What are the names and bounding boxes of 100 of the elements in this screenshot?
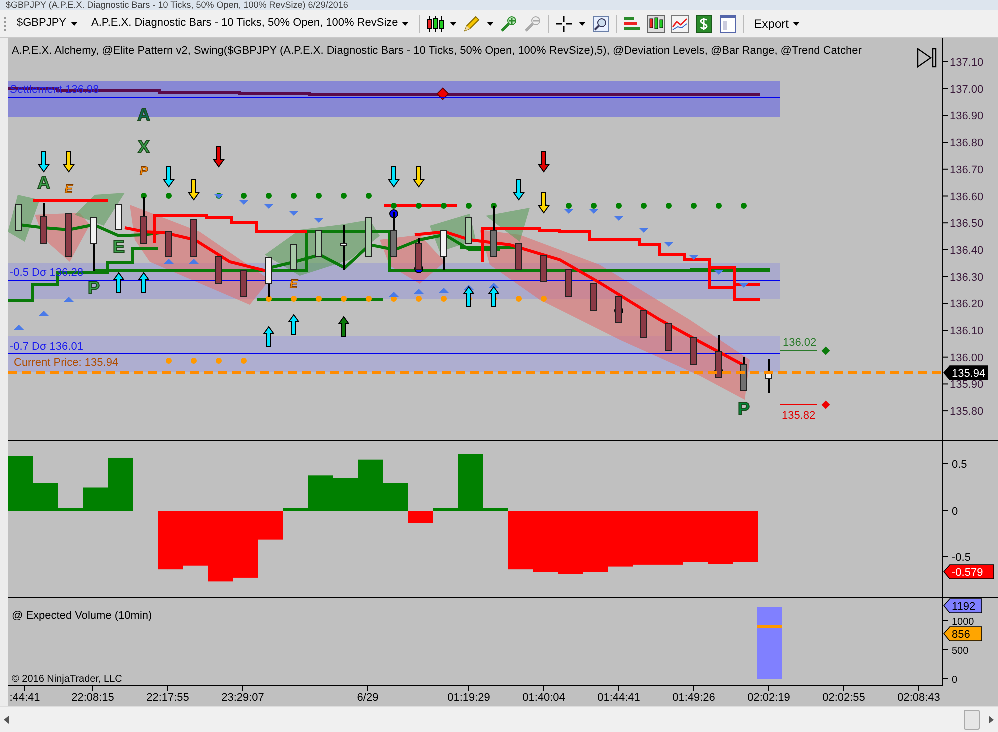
pattern-letter: E <box>290 277 298 291</box>
down-arrow-marker <box>538 152 550 173</box>
up-arrow-marker <box>463 286 475 308</box>
volume-axis-label: 0 <box>952 675 958 686</box>
caret-icon[interactable] <box>487 22 494 26</box>
price-axis-label: 135.90 <box>950 379 984 392</box>
candlestick <box>640 310 648 338</box>
pattern-letter: A <box>38 173 50 193</box>
price-axis-label: 136.50 <box>950 218 984 230</box>
price-axis-label: 136.70 <box>950 164 984 176</box>
properties-icon[interactable] <box>719 14 738 32</box>
up-arrow-marker <box>263 326 275 348</box>
down-arrow-marker <box>513 180 525 201</box>
volume-value-marker: 1192 <box>943 598 982 614</box>
scroll-to-end-icon[interactable] <box>917 48 937 68</box>
candlestick <box>666 324 672 352</box>
volume-bar <box>757 607 782 679</box>
expected-volume-line <box>757 626 782 628</box>
range-low-label: 135.82 <box>782 410 816 422</box>
candlestick <box>490 206 498 258</box>
trend-band <box>75 193 125 226</box>
candlestick <box>616 296 622 324</box>
search-icon[interactable] <box>592 14 610 32</box>
export-dropdown[interactable]: Export <box>750 12 804 34</box>
bar-type-dropdown[interactable]: A.P.E.X. Diagnostic Bars - 10 Ticks, 50% Open, 100% RevSize <box>88 12 414 34</box>
pattern-letter: X <box>138 137 150 157</box>
time-axis-label: 02:02:19 <box>748 692 790 704</box>
scroll-right-icon[interactable] <box>988 716 994 724</box>
caret-icon <box>792 22 800 26</box>
caret-icon <box>402 22 410 26</box>
grip-icon <box>4 16 7 32</box>
candlestick <box>290 244 298 270</box>
candlestick <box>540 256 548 282</box>
candlestick <box>66 214 72 258</box>
indicator-list-label: A.P.E.X. Alchemy, @Elite Pattern v2, Swing($GBPJPY (A.P.E.X. Diagnostic Bars - 10 Ticks, 50% Open, 100% RevSize),5), @Deviation Levels, @Bar Range, @Trend Catcher <box>12 45 862 57</box>
trend-band <box>486 208 530 242</box>
candlestick <box>40 203 48 244</box>
candlestick <box>766 359 772 393</box>
caret-icon <box>70 22 78 26</box>
range-high-label: 136.02 <box>783 337 817 349</box>
price-axis-label: 136.10 <box>950 326 984 338</box>
oscillator-value-marker: -0.579 <box>943 564 994 580</box>
up-arrow-marker <box>138 272 150 294</box>
histogram-bar <box>733 511 758 562</box>
price-axis-label: 136.90 <box>950 110 984 123</box>
candlestick <box>240 270 248 298</box>
indicator-icon[interactable] <box>623 14 642 32</box>
up-arrow-marker <box>113 272 125 294</box>
time-axis-label: 02:02:55 <box>822 692 866 704</box>
oscillator-axis-label: 0.5 <box>952 459 968 471</box>
time-axis-label: 22:08:15 <box>72 692 114 704</box>
pattern-letter: A <box>138 105 150 125</box>
candlestick <box>316 230 322 258</box>
price-axis-label: 137.00 <box>950 84 984 96</box>
time-axis-label: 6/29 <box>357 692 379 704</box>
strategy-icon[interactable] <box>647 14 666 32</box>
candlestick <box>390 212 398 258</box>
pattern-letter: E <box>113 237 125 257</box>
candlestick <box>590 284 598 312</box>
up-arrow-marker <box>338 316 350 338</box>
crosshair-icon[interactable] <box>555 14 574 32</box>
down-arrow-marker <box>38 152 50 173</box>
pattern-letter: P <box>88 278 100 298</box>
range-high-marker <box>780 346 830 356</box>
candlestick-icon[interactable] <box>426 14 444 32</box>
candlestick <box>340 225 348 270</box>
range-low-marker <box>780 400 830 410</box>
down-arrow-marker <box>213 146 225 168</box>
last-price-marker: 135.94 <box>943 366 988 380</box>
oscillator-axis-label: -0.5 <box>952 552 971 564</box>
instrument-dropdown[interactable]: $GBPJPY <box>13 12 82 34</box>
caret-icon[interactable] <box>450 22 458 26</box>
scroll-left-icon[interactable] <box>4 716 10 724</box>
time-axis-label: 01:44:41 <box>598 692 640 704</box>
candlestick <box>566 270 572 298</box>
time-axis-label: 01:19:29 <box>448 692 490 704</box>
candlestick <box>716 335 722 378</box>
candlestick <box>140 197 148 244</box>
time-axis-label: 22:17:55 <box>146 692 190 704</box>
line-chart-icon[interactable] <box>671 14 690 32</box>
dollar-icon[interactable] <box>695 14 714 32</box>
pattern-letter: P <box>140 164 148 178</box>
down-arrow-marker <box>188 180 200 201</box>
oscillator-axis-label: 0 <box>952 506 958 518</box>
up-arrow-marker <box>488 286 500 308</box>
down-arrow-marker <box>388 166 400 188</box>
time-axis-label: 23:29:07 <box>222 692 264 704</box>
pencil-icon[interactable] <box>463 14 482 32</box>
candlestick <box>190 220 198 258</box>
up-arrow-marker <box>288 314 300 336</box>
price-axis-label: 137.10 <box>950 57 984 69</box>
candlestick <box>416 238 422 270</box>
time-axis-label: 01:49:26 <box>672 692 716 704</box>
caret-icon[interactable] <box>579 22 586 26</box>
volume-axis-label: 1000 <box>952 617 974 628</box>
down-arrow-marker <box>63 152 75 173</box>
zoom-in-icon[interactable] <box>500 14 518 32</box>
time-axis-label: :44:41 <box>10 692 40 704</box>
scrollbar-thumb[interactable] <box>964 710 980 730</box>
pattern-letter: P <box>738 399 750 419</box>
